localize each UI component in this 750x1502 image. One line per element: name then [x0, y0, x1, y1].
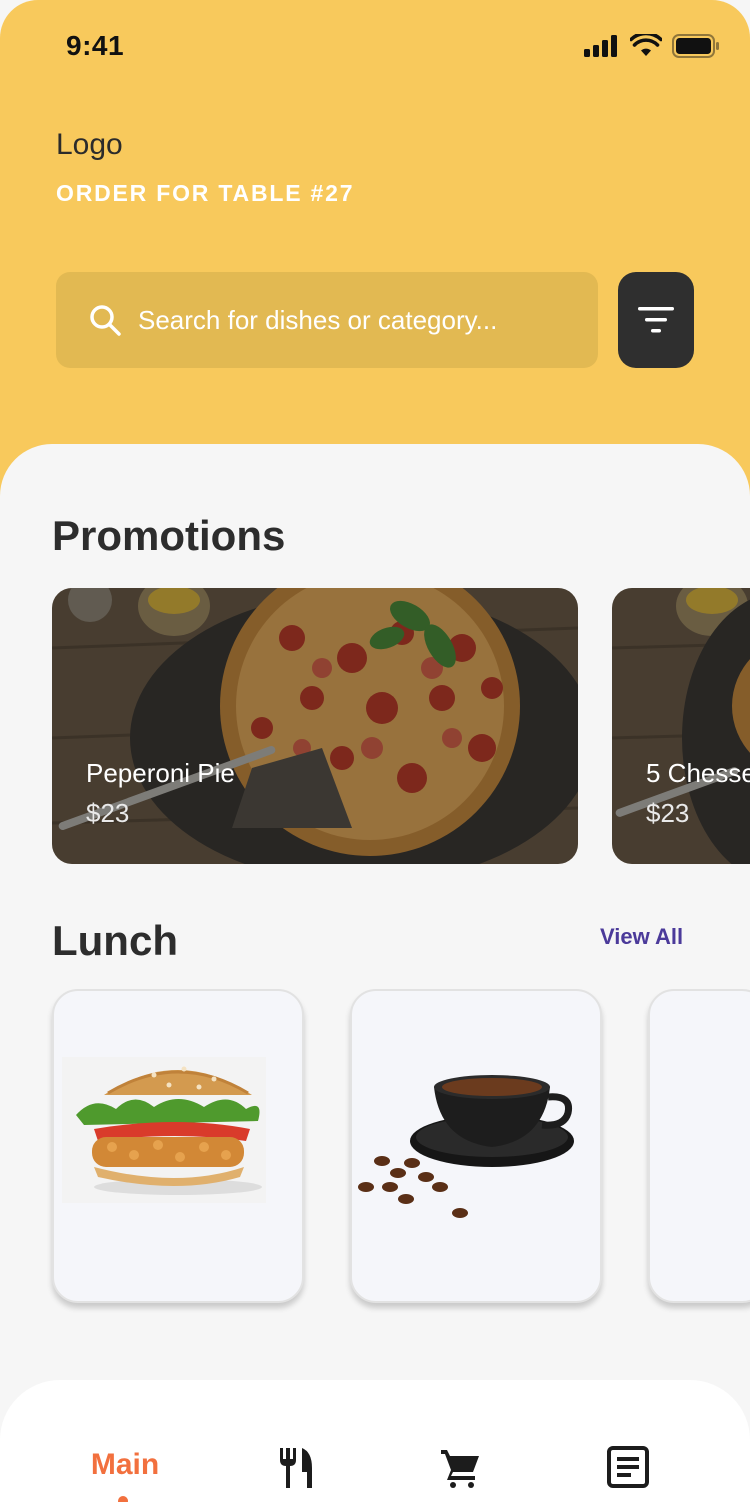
- status-time: 9:41: [66, 30, 125, 61]
- lunch-item-card[interactable]: [350, 989, 602, 1303]
- filter-icon: [638, 307, 674, 333]
- lunch-item-card[interactable]: [648, 989, 750, 1303]
- promo-price: $23: [86, 798, 130, 828]
- promo-price: $23: [646, 798, 690, 828]
- nav-main-label: Main: [90, 1448, 160, 1481]
- nav-menu[interactable]: [276, 1448, 316, 1488]
- status-icons: [584, 34, 720, 58]
- promo-name: Peperoni Pie: [86, 758, 235, 788]
- view-all-link[interactable]: View All: [600, 924, 683, 950]
- search-placeholder: Search for dishes or category...: [138, 304, 498, 335]
- promotions-title: Promotions: [52, 512, 286, 559]
- orders-list-icon: [607, 1446, 649, 1488]
- bottom-nav: Main: [0, 1380, 750, 1502]
- nav-active-indicator: [118, 1496, 128, 1502]
- search-icon: [90, 305, 121, 336]
- filter-button[interactable]: [618, 272, 694, 368]
- nav-main[interactable]: Main: [86, 1448, 164, 1482]
- nav-cart[interactable]: [440, 1448, 482, 1488]
- nav-orders[interactable]: [606, 1446, 650, 1488]
- table-label: ORDER FOR TABLE #27: [56, 180, 355, 206]
- app-logo: Logo: [56, 128, 123, 161]
- burger-image: [62, 1057, 266, 1203]
- lunch-title: Lunch: [52, 917, 178, 964]
- wifi-icon: [630, 34, 662, 56]
- header: 9:41 Logo ORDER FOR TABLE #27 Search for…: [0, 0, 750, 520]
- search-input[interactable]: Search for dishes or category...: [56, 272, 598, 368]
- coffee-image: [358, 1075, 574, 1218]
- battery-icon: [672, 34, 719, 58]
- lunch-item-card[interactable]: [52, 989, 304, 1303]
- signal-icon: [584, 35, 617, 57]
- pizza-image: [52, 588, 578, 864]
- app-screen: 9:41 Logo ORDER FOR TABLE #27 Search for…: [0, 0, 750, 1502]
- cart-icon: [441, 1450, 479, 1488]
- promo-name: 5 Chesse: [646, 758, 750, 788]
- fork-knife-icon: [280, 1448, 312, 1488]
- promo-card[interactable]: Peperoni Pie $23: [52, 588, 578, 864]
- promo-card[interactable]: 5 Chesse $23: [612, 588, 750, 864]
